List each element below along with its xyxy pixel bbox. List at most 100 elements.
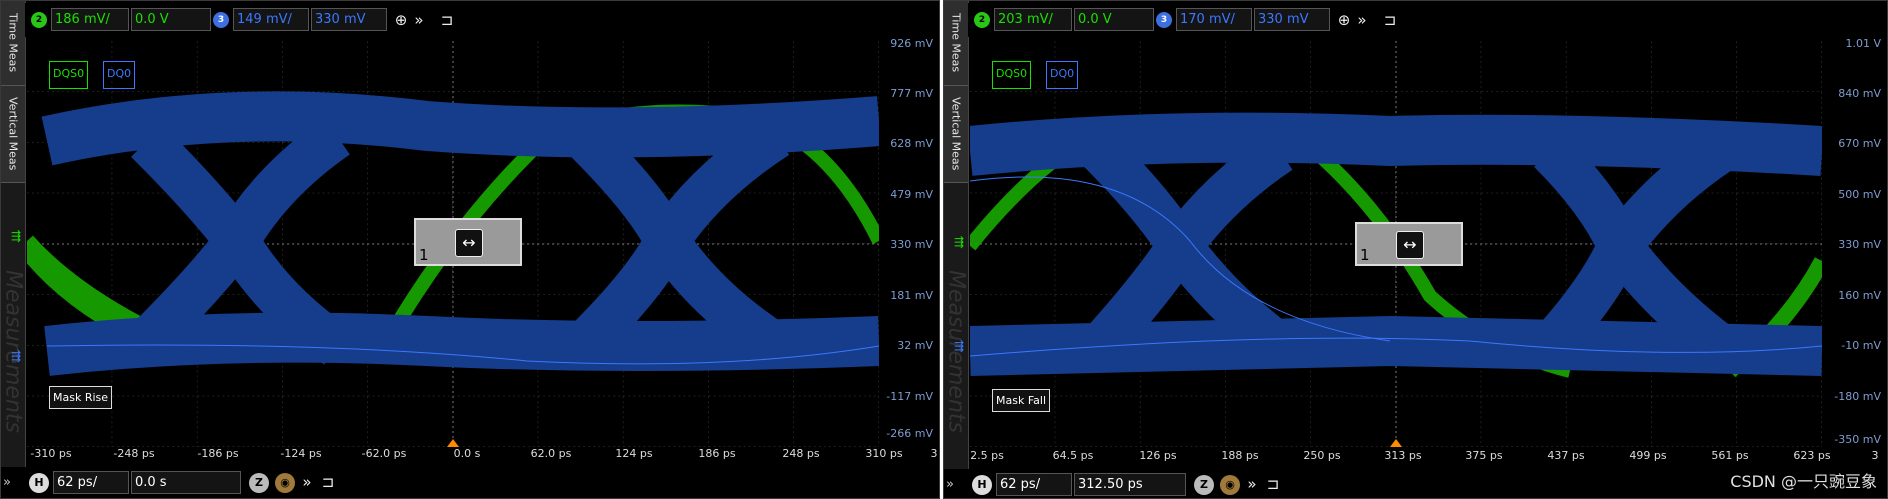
- channel-toolbar: 2 186 mV/ 0.0 V 3 149 mV/ 330 mV ⊕ » ⊐: [25, 3, 939, 37]
- timebase-scale[interactable]: 62 ps/: [53, 471, 129, 494]
- mask-marker[interactable]: 1 ↔: [1355, 222, 1463, 266]
- x-label: 310 ps: [865, 447, 903, 460]
- x-label: 375 ps: [1465, 449, 1503, 462]
- x-label: -248 ps: [113, 447, 155, 460]
- x-label: 126 ps: [1139, 449, 1177, 462]
- channel-3-ground-icon[interactable]: ⇶: [954, 339, 964, 353]
- timebase-scale[interactable]: 62 ps/: [996, 473, 1072, 496]
- tab-time-meas[interactable]: Time Meas: [1, 1, 25, 86]
- double-chevron-right-icon[interactable]: »: [1353, 11, 1371, 29]
- y-label: 628 mV: [890, 137, 933, 150]
- tab-time-meas[interactable]: Time Meas: [944, 1, 968, 86]
- x-axis-labels: 2.5 ps 64.5 ps 126 ps 188 ps 250 ps 313 …: [970, 449, 1885, 465]
- channel-2-ground-icon[interactable]: ⇶: [11, 229, 21, 243]
- y-label: -266 mV: [886, 427, 933, 440]
- channel-3-badge[interactable]: 3: [1156, 12, 1172, 28]
- x-label: -124 ps: [280, 447, 322, 460]
- scope-panel-left: Time Meas Vertical Meas Measurements 2 1…: [0, 0, 940, 499]
- channel-3-badge[interactable]: 3: [213, 12, 229, 28]
- y-label: 330 mV: [1838, 238, 1881, 251]
- x-label: 188 ps: [1221, 449, 1259, 462]
- x-label: 437 ps: [1547, 449, 1585, 462]
- expand-icon[interactable]: »: [3, 475, 11, 490]
- add-channel-icon[interactable]: ⊕: [392, 11, 410, 29]
- double-chevron-right-icon[interactable]: »: [298, 473, 316, 491]
- x-label: 3: [930, 447, 938, 460]
- channel-3-scale[interactable]: 149 mV/: [233, 8, 309, 31]
- channel-3-offset[interactable]: 330 mV: [1254, 8, 1330, 31]
- waveform-plot-left[interactable]: DQS0 DQ0 Mask Rise 1 ↔: [27, 41, 879, 447]
- y-axis-labels: 926 mV 777 mV 628 mV 479 mV 330 mV 181 m…: [873, 37, 933, 447]
- expand-icon[interactable]: »: [946, 477, 954, 492]
- x-label: 499 ps: [1629, 449, 1667, 462]
- pin-icon[interactable]: ⊐: [438, 11, 456, 29]
- tab-vertical-meas-label: Vertical Meas: [949, 97, 963, 171]
- channel-2-ground-icon[interactable]: ⇶: [954, 235, 964, 249]
- tab-vertical-meas[interactable]: Vertical Meas: [1, 86, 25, 183]
- trigger-position-icon[interactable]: [447, 439, 459, 447]
- acquire-icon[interactable]: ◉: [275, 473, 295, 493]
- tab-time-meas-label: Time Meas: [6, 13, 20, 73]
- channel-2-offset[interactable]: 0.0 V: [131, 8, 211, 31]
- tab-time-meas-label: Time Meas: [949, 13, 963, 73]
- pin-icon[interactable]: ⊐: [1264, 475, 1282, 493]
- x-label: 186 ps: [698, 447, 736, 460]
- horizontal-badge[interactable]: H: [29, 473, 49, 493]
- y-label: 926 mV: [890, 37, 933, 50]
- x-label: 561 ps: [1711, 449, 1749, 462]
- left-right-arrow-icon[interactable]: ↔: [455, 229, 483, 257]
- mask-marker[interactable]: 1 ↔: [414, 218, 522, 266]
- watermark-text: CSDN @一只豌豆象: [1730, 472, 1877, 491]
- scope-panel-right: Time Meas Vertical Meas Measurements 2 2…: [943, 0, 1888, 499]
- channel-2-scale[interactable]: 186 mV/: [51, 8, 129, 31]
- add-channel-icon[interactable]: ⊕: [1335, 11, 1353, 29]
- y-label: 32 mV: [897, 339, 933, 352]
- channel-3-offset[interactable]: 330 mV: [311, 8, 387, 31]
- y-label: 330 mV: [890, 238, 933, 251]
- y-axis-labels: 1.01 V 840 mV 670 mV 500 mV 330 mV 160 m…: [1821, 37, 1881, 447]
- timebase-toolbar: » H 62 ps/ 0.0 s Z ◉ » ⊐: [1, 467, 939, 497]
- double-chevron-right-icon[interactable]: »: [410, 11, 428, 29]
- dqs-trace-label[interactable]: DQS0: [49, 61, 89, 89]
- pin-icon[interactable]: ⊐: [1381, 11, 1399, 29]
- x-label: 62.0 ps: [530, 447, 572, 460]
- channel-2-scale[interactable]: 203 mV/: [994, 8, 1072, 31]
- mask-label[interactable]: Mask Fall: [992, 389, 1050, 412]
- zoom-icon[interactable]: Z: [1194, 475, 1214, 495]
- acquire-icon[interactable]: ◉: [1220, 475, 1240, 495]
- mask-label[interactable]: Mask Rise: [49, 386, 113, 409]
- x-label: 2.5 ps: [970, 449, 1004, 462]
- tab-vertical-meas-label: Vertical Meas: [6, 97, 20, 171]
- double-chevron-right-icon[interactable]: »: [1243, 475, 1261, 493]
- channel-toolbar: 2 203 mV/ 0.0 V 3 170 mV/ 330 mV ⊕ » ⊐: [968, 3, 1887, 37]
- y-label: -10 mV: [1841, 339, 1881, 352]
- y-label: 777 mV: [890, 87, 933, 100]
- zoom-icon[interactable]: Z: [249, 473, 269, 493]
- channel-2-badge[interactable]: 2: [31, 12, 47, 28]
- y-label: -350 mV: [1834, 433, 1881, 446]
- left-right-arrow-icon[interactable]: ↔: [1396, 231, 1424, 259]
- x-axis-labels: -310 ps -248 ps -186 ps -124 ps -62.0 ps…: [27, 447, 937, 463]
- channel-2-badge[interactable]: 2: [974, 12, 990, 28]
- y-label: 479 mV: [890, 188, 933, 201]
- channel-2-offset[interactable]: 0.0 V: [1074, 8, 1154, 31]
- dqs-trace-label[interactable]: DQS0: [992, 61, 1032, 89]
- horizontal-badge[interactable]: H: [972, 475, 992, 495]
- y-label: -117 mV: [886, 390, 933, 403]
- dq-trace-label[interactable]: DQ0: [103, 61, 136, 89]
- trigger-position-icon[interactable]: [1390, 439, 1402, 447]
- timebase-position[interactable]: 0.0 s: [131, 471, 241, 494]
- y-label: 160 mV: [1838, 289, 1881, 302]
- channel-3-scale[interactable]: 170 mV/: [1176, 8, 1252, 31]
- x-label: -186 ps: [197, 447, 239, 460]
- pin-icon[interactable]: ⊐: [319, 473, 337, 491]
- x-label: 313 ps: [1384, 449, 1422, 462]
- dq-trace-label[interactable]: DQ0: [1046, 61, 1079, 89]
- y-label: -180 mV: [1834, 390, 1881, 403]
- tab-vertical-meas[interactable]: Vertical Meas: [944, 86, 968, 183]
- timebase-position[interactable]: 312.50 ps: [1074, 473, 1186, 496]
- channel-3-ground-icon[interactable]: ⇶: [11, 349, 21, 363]
- mask-marker-number: 1: [419, 246, 429, 264]
- waveform-plot-right[interactable]: DQS0 DQ0 Mask Fall 1 ↔: [970, 41, 1822, 447]
- y-label: 840 mV: [1838, 87, 1881, 100]
